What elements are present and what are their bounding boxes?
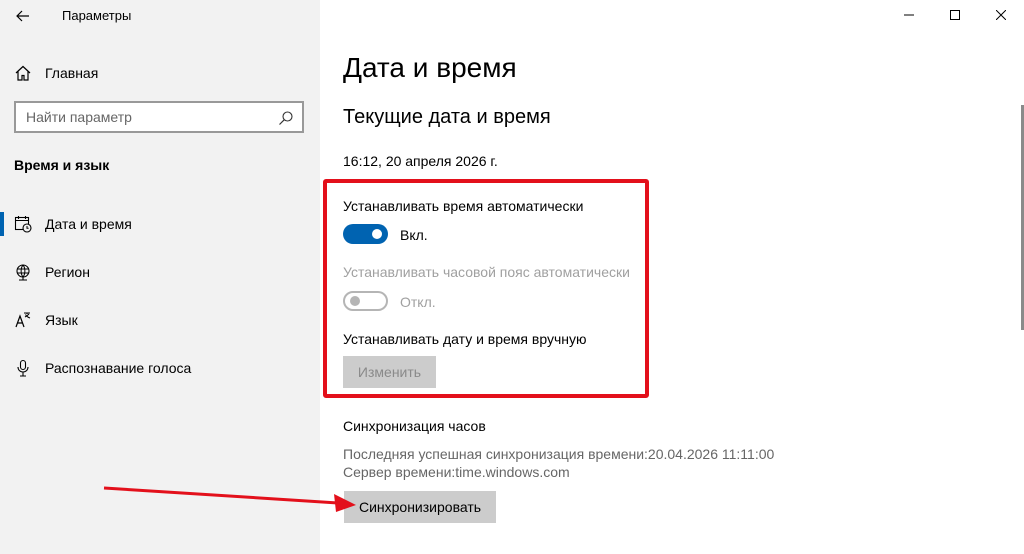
maximize-icon: [950, 10, 960, 20]
sidebar-item-home[interactable]: Главная: [0, 58, 320, 86]
sidebar-item-label: Регион: [45, 264, 90, 280]
language-icon: [15, 312, 31, 328]
last-sync-text: Последняя успешная синхронизация времени…: [343, 446, 775, 462]
manual-datetime-label: Устанавливать дату и время вручную: [343, 331, 587, 347]
home-icon: [15, 65, 31, 81]
search-icon[interactable]: [278, 110, 294, 126]
sync-title: Синхронизация часов: [343, 418, 486, 434]
auto-timezone-state: Откл.: [400, 294, 436, 310]
app-title: Параметры: [62, 8, 132, 23]
close-button[interactable]: [978, 0, 1024, 30]
sidebar-item-label: Дата и время: [45, 216, 132, 232]
search-box[interactable]: [14, 101, 304, 133]
current-datetime: 16:12, 20 апреля 2026 г.: [343, 153, 498, 169]
toggle-knob: [372, 229, 382, 239]
sync-button[interactable]: Синхронизировать: [344, 491, 496, 523]
calendar-clock-icon: [14, 216, 32, 233]
minimize-icon: [904, 14, 914, 16]
close-icon: [996, 10, 1006, 20]
sidebar-item-language[interactable]: Язык: [0, 300, 320, 340]
time-server-text: Сервер времени:time.windows.com: [343, 464, 570, 480]
section-subtitle: Текущие дата и время: [343, 106, 551, 128]
sidebar-item-label: Язык: [45, 312, 78, 328]
back-button[interactable]: [10, 4, 36, 28]
section-title: Время и язык: [14, 157, 110, 173]
arrow-left-icon: [16, 10, 29, 22]
sidebar-item-region[interactable]: Регион: [0, 252, 320, 292]
window-controls: [886, 0, 1024, 30]
sidebar: Параметры Главная Время и язык Дата и вр…: [0, 0, 320, 554]
auto-time-label: Устанавливать время автоматически: [343, 198, 584, 214]
page-title: Дата и время: [343, 52, 517, 83]
change-button[interactable]: Изменить: [343, 356, 436, 388]
auto-time-state: Вкл.: [400, 227, 428, 243]
sidebar-item-label: Главная: [45, 65, 99, 81]
sidebar-item-speech[interactable]: Распознавание голоса: [0, 348, 320, 388]
toggle-knob: [350, 296, 360, 306]
auto-time-toggle[interactable]: [343, 224, 388, 244]
search-input[interactable]: [26, 109, 266, 125]
maximize-button[interactable]: [932, 0, 978, 30]
auto-timezone-toggle[interactable]: [343, 291, 388, 311]
sidebar-item-label: Распознавание голоса: [45, 360, 192, 376]
globe-icon: [16, 264, 30, 281]
minimize-button[interactable]: [886, 0, 932, 30]
auto-timezone-label: Устанавливать часовой пояс автоматически: [343, 264, 630, 280]
microphone-icon: [17, 359, 29, 377]
sidebar-item-date-time[interactable]: Дата и время: [0, 204, 320, 244]
